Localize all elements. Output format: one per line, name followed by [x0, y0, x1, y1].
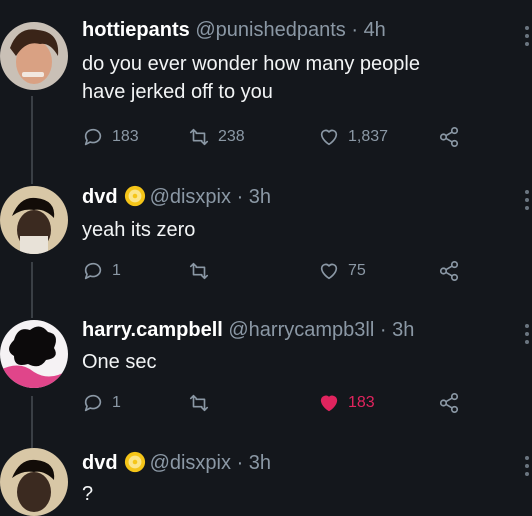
tweet-text-line: ? — [82, 483, 94, 505]
tweet-actions: 183 238 1,837 — [82, 124, 482, 150]
tweet-text: One sec — [82, 348, 502, 376]
like-button[interactable]: 75 — [318, 258, 366, 284]
tweet-header: hottiepants @punishedpants · 4h — [82, 19, 386, 42]
tweet[interactable]: dvd @disxpix · 3h yeah its zero 1 75 — [0, 176, 532, 310]
reply-button[interactable]: 1 — [82, 390, 121, 416]
user-handle[interactable]: @punishedpants — [195, 19, 345, 41]
tweet-text-line: yeah its zero — [82, 219, 196, 241]
tweet-actions: 1 75 — [82, 258, 482, 284]
avatar[interactable] — [0, 448, 68, 516]
retweet-button[interactable]: 238 — [188, 124, 245, 150]
display-name[interactable]: harry.campbell — [82, 319, 223, 341]
separator-dot: · — [379, 319, 387, 341]
tweet-header: dvd @disxpix · 3h — [82, 451, 271, 475]
share-button[interactable] — [438, 390, 468, 416]
timestamp[interactable]: 3h — [249, 452, 271, 474]
reply-count: 1 — [112, 394, 121, 411]
like-button[interactable]: 183 — [318, 390, 375, 416]
display-name[interactable]: dvd — [82, 452, 118, 474]
timestamp[interactable]: 4h — [364, 19, 386, 41]
more-icon[interactable] — [524, 324, 530, 348]
share-icon — [439, 127, 459, 147]
tweet-text-line: One sec — [82, 351, 157, 373]
reply-icon — [84, 128, 102, 146]
like-count: 183 — [348, 394, 375, 411]
share-button[interactable] — [438, 258, 468, 284]
share-button[interactable] — [438, 124, 468, 150]
retweet-icon — [189, 128, 209, 146]
verified-badge-icon — [124, 451, 145, 473]
retweet-button[interactable] — [188, 258, 218, 284]
like-button[interactable]: 1,837 — [318, 124, 388, 150]
tweet[interactable]: dvd @disxpix · 3h ? — [0, 442, 532, 516]
more-icon[interactable] — [524, 26, 530, 50]
more-icon[interactable] — [524, 456, 530, 480]
reply-icon — [84, 262, 102, 280]
heart-icon — [320, 395, 338, 412]
user-handle[interactable]: @disxpix — [150, 452, 231, 474]
user-handle[interactable]: @harrycampb3ll — [228, 319, 374, 341]
separator-dot: · — [351, 19, 358, 41]
retweet-icon — [189, 394, 209, 412]
reply-button[interactable]: 183 — [82, 124, 139, 150]
verified-badge-icon — [124, 185, 145, 207]
like-count: 1,837 — [348, 128, 389, 145]
reply-icon — [84, 394, 102, 412]
retweet-button[interactable] — [188, 390, 218, 416]
more-icon[interactable] — [524, 190, 530, 214]
avatar[interactable] — [0, 22, 68, 90]
tweet-text: do you ever wonder how many people have … — [82, 50, 502, 106]
share-icon — [439, 393, 459, 413]
tweet-actions: 1 183 — [82, 390, 482, 416]
retweet-icon — [189, 262, 209, 280]
retweet-count: 238 — [218, 128, 245, 145]
heart-icon — [320, 129, 338, 146]
separator-dot: · — [236, 186, 244, 208]
display-name[interactable]: dvd — [82, 186, 118, 208]
tweet-header: harry.campbell @harrycampb3ll · 3h — [82, 319, 414, 342]
tweet-text: yeah its zero — [82, 216, 502, 244]
tweet-text: ? — [82, 480, 502, 508]
reply-count: 183 — [112, 128, 139, 145]
display-name[interactable]: hottiepants — [82, 19, 190, 41]
heart-icon — [320, 263, 338, 280]
tweet-text-line: do you ever wonder how many people — [82, 53, 420, 75]
timestamp[interactable]: 3h — [249, 186, 271, 208]
separator-dot: · — [236, 452, 244, 474]
reply-count: 1 — [112, 262, 121, 279]
timestamp[interactable]: 3h — [392, 319, 414, 341]
tweet-header: dvd @disxpix · 3h — [82, 185, 271, 209]
share-icon — [439, 261, 459, 281]
reply-button[interactable]: 1 — [82, 258, 121, 284]
tweet[interactable]: hottiepants @punishedpants · 4h do you e… — [0, 0, 532, 176]
avatar[interactable] — [0, 320, 68, 388]
user-handle[interactable]: @disxpix — [150, 186, 231, 208]
tweet[interactable]: harry.campbell @harrycampb3ll · 3h One s… — [0, 310, 532, 442]
avatar[interactable] — [0, 186, 68, 254]
tweet-text-line: have jerked off to you — [82, 81, 273, 103]
like-count: 75 — [348, 262, 366, 279]
